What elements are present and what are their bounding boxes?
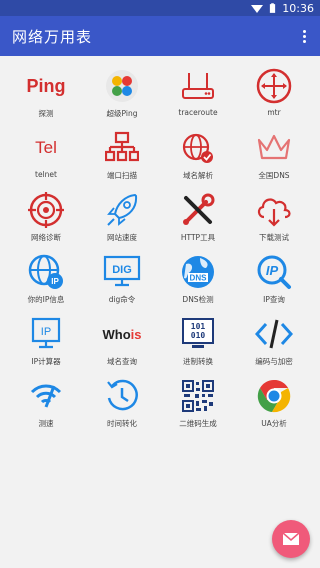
tool-label: 进制转换 [183, 357, 213, 366]
tool-whois[interactable]: Whois 域名查询 [84, 314, 160, 368]
tool-mtr[interactable]: mtr [236, 66, 312, 120]
globe-ip-icon: IP [26, 252, 66, 292]
tool-time-convert[interactable]: 时间转化 [84, 376, 160, 430]
super-ping-icon [102, 66, 142, 106]
tool-label: 测速 [38, 419, 54, 428]
svg-text:101: 101 [191, 322, 206, 331]
globe-check-icon [178, 128, 218, 168]
code-icon [254, 314, 294, 354]
chrome-icon [254, 376, 294, 416]
tool-base-convert[interactable]: 101 010 进制转换 [160, 314, 236, 368]
mail-icon [282, 532, 300, 545]
cloud-download-icon [254, 190, 294, 230]
tool-national-dns[interactable]: 全国DNS [236, 128, 312, 182]
svg-text:IP: IP [51, 277, 59, 286]
tool-label: 时间转化 [107, 419, 137, 428]
svg-text:010: 010 [191, 331, 206, 340]
tool-ip-calculator[interactable]: IP IP计算器 [8, 314, 84, 368]
tool-label: UA分析 [261, 419, 287, 428]
tool-label: 超级Ping [106, 109, 138, 118]
tool-super-ping[interactable]: 超级Ping [84, 66, 160, 120]
svg-text:DNS: DNS [190, 274, 208, 283]
qrcode-icon [178, 376, 218, 416]
tool-label: 下载测试 [259, 233, 289, 242]
tool-dig[interactable]: DIG dig命令 [84, 252, 160, 306]
tool-label: 网络诊断 [31, 233, 61, 242]
tools-icon [178, 190, 218, 230]
tool-label: IP查询 [263, 295, 285, 304]
tool-label: IP计算器 [31, 357, 61, 366]
port-tree-icon [102, 128, 142, 168]
ping-text-icon: Ping [26, 75, 66, 96]
tool-label: 域名查询 [107, 357, 137, 366]
tool-traceroute[interactable]: traceroute [160, 66, 236, 120]
tool-dns-resolve[interactable]: 域名解析 [160, 128, 236, 182]
tool-label: 编码与加密 [255, 357, 293, 366]
tool-ip-query[interactable]: IP IP查询 [236, 252, 312, 306]
tool-dns-check[interactable]: DNS DNS检测 [160, 252, 236, 306]
tool-label: 网站速度 [107, 233, 137, 242]
tool-label: DNS检测 [182, 295, 214, 304]
ip-monitor-icon: IP [26, 314, 66, 354]
tool-http[interactable]: HTTP工具 [160, 190, 236, 244]
svg-text:DIG: DIG [112, 264, 132, 276]
tool-label: traceroute [178, 108, 218, 117]
tool-ua-analyze[interactable]: UA分析 [236, 376, 312, 430]
target-icon [26, 190, 66, 230]
tool-port-scan[interactable]: 端口扫描 [84, 128, 160, 182]
tool-label: 域名解析 [183, 171, 213, 180]
status-time: 10:36 [282, 1, 314, 15]
tool-qrcode[interactable]: 二维码生成 [160, 376, 236, 430]
wifi-signal-icon [251, 5, 264, 13]
dig-monitor-icon: DIG [102, 252, 142, 292]
tool-label: HTTP工具 [180, 233, 216, 242]
tool-label: 二维码生成 [179, 419, 217, 428]
time-history-icon [102, 376, 142, 416]
tool-telnet[interactable]: Tel telnet [8, 128, 84, 182]
rocket-icon [102, 190, 142, 230]
speed-wifi-icon [26, 376, 66, 416]
tool-label: 端口扫描 [107, 171, 137, 180]
app-bar: 网络万用表 [0, 16, 320, 56]
tool-grid: Ping 探测 超级Ping traceroute mtr Tel telnet… [8, 66, 312, 430]
binary-monitor-icon: 101 010 [178, 314, 218, 354]
tool-download-test[interactable]: 下载测试 [236, 190, 312, 244]
tool-network-diag[interactable]: 网络诊断 [8, 190, 84, 244]
tool-your-ip[interactable]: IP 你的IP信息 [8, 252, 84, 306]
tool-site-speed[interactable]: 网站速度 [84, 190, 160, 244]
router-icon [178, 66, 218, 106]
status-bar: 10:36 [0, 0, 320, 16]
tool-ping[interactable]: Ping 探测 [8, 66, 84, 120]
tool-label: dig命令 [108, 295, 136, 304]
dns-globe-icon: DNS [178, 252, 218, 292]
tool-label: mtr [267, 108, 281, 117]
tool-label: 你的IP信息 [27, 295, 65, 304]
svg-text:IP: IP [266, 263, 279, 278]
tool-encode-encrypt[interactable]: 编码与加密 [236, 314, 312, 368]
tool-label: 全国DNS [258, 171, 290, 180]
tool-label: telnet [35, 170, 57, 179]
tool-speedtest[interactable]: 测速 [8, 376, 84, 430]
crown-icon [254, 128, 294, 168]
whois-text-icon: Whois [102, 326, 142, 342]
mtr-compass-icon [254, 66, 294, 106]
svg-text:IP: IP [41, 326, 51, 338]
telnet-text-icon: Tel [35, 138, 57, 157]
overflow-menu-icon[interactable] [296, 24, 312, 48]
app-title: 网络万用表 [12, 27, 93, 46]
feedback-mail-button[interactable] [272, 520, 310, 558]
battery-icon [270, 2, 276, 13]
tool-label: 探测 [38, 109, 54, 118]
ip-search-icon: IP [254, 252, 294, 292]
